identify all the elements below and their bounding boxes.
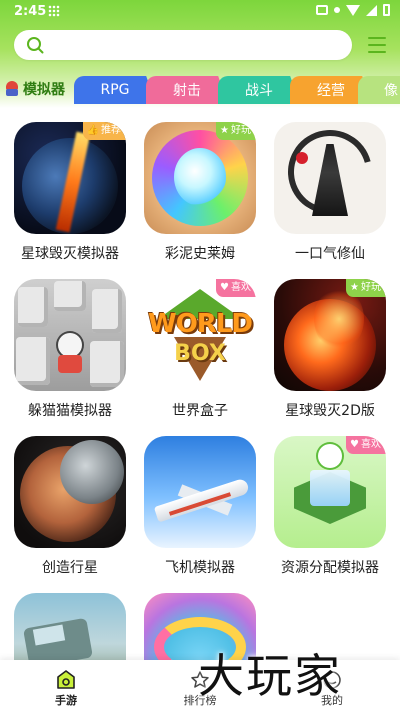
app-name: 星球毁灭模拟器 xyxy=(21,246,119,262)
ink-cultivator-icon[interactable] xyxy=(274,122,386,234)
wifi-icon xyxy=(346,4,360,16)
app-name: 躲猫猫模拟器 xyxy=(28,403,112,419)
like-badge: ♥ 喜欢 xyxy=(216,279,256,297)
slime-swirl-icon[interactable]: ★ 好玩 xyxy=(144,122,256,234)
app-card[interactable]: ♥ 喜欢 资源分配模拟器 xyxy=(274,436,386,584)
tab-more[interactable]: 像 xyxy=(358,76,400,104)
search-icon[interactable] xyxy=(26,36,44,54)
home-icon xyxy=(57,670,75,689)
app-name: 一口气修仙 xyxy=(295,246,365,262)
status-icons xyxy=(316,4,390,16)
tab-simulator[interactable]: 模拟器 xyxy=(0,74,80,104)
app-name: 飞机模拟器 xyxy=(165,560,235,576)
app-card[interactable]: WORLD BOX ♥ 喜欢 世界盒子 xyxy=(144,279,256,427)
fun-badge: ★ 好玩 xyxy=(346,279,386,297)
dot-icon xyxy=(334,7,340,13)
planet-fire-icon[interactable]: ★ 好玩 xyxy=(274,279,386,391)
simulator-icon xyxy=(5,81,19,97)
search-box[interactable] xyxy=(14,30,352,60)
menu-icon[interactable] xyxy=(368,37,386,53)
status-time: 2:45 xyxy=(14,4,47,19)
app-name: 星球毁灭2D版 xyxy=(285,403,375,419)
resource-map-icon[interactable]: ♥ 喜欢 xyxy=(274,436,386,548)
fun-badge: ★ 好玩 xyxy=(216,122,256,140)
tab-battle[interactable]: 战斗 xyxy=(218,76,300,104)
app-name: 资源分配模拟器 xyxy=(281,560,379,576)
search-input[interactable] xyxy=(54,35,339,55)
battery-icon xyxy=(383,4,390,16)
camera-icon xyxy=(316,5,328,15)
nav-label: 手游 xyxy=(55,694,77,707)
category-tabs: 模拟器 RPG 射击 战斗 经营 像 xyxy=(0,74,400,104)
app-name: 创造行星 xyxy=(42,560,98,576)
hide-and-seek-icon[interactable] xyxy=(14,279,126,391)
watermark: 大玩家 xyxy=(198,649,342,703)
app-card[interactable]: 躲猫猫模拟器 xyxy=(14,279,126,427)
app-card[interactable]: 一口气修仙 xyxy=(274,122,386,270)
airplane-icon[interactable] xyxy=(144,436,256,548)
app-name: 彩泥史莱姆 xyxy=(165,246,235,262)
search-row xyxy=(14,30,386,62)
app-card[interactable]: ★ 好玩 彩泥史莱姆 xyxy=(144,122,256,270)
worldbox-icon[interactable]: WORLD BOX ♥ 喜欢 xyxy=(144,279,256,391)
tab-simulator-label: 模拟器 xyxy=(23,82,65,98)
status-bar: 2:45 xyxy=(0,0,400,24)
app-name: 世界盒子 xyxy=(172,403,228,419)
recommend-badge: 👍 推荐 xyxy=(82,122,126,140)
app-card[interactable]: ★ 好玩 星球毁灭2D版 xyxy=(274,279,386,427)
app-card[interactable]: 👍 推荐 星球毁灭模拟器 xyxy=(14,122,126,270)
nav-mobile-games[interactable]: 手游 xyxy=(26,664,106,709)
signal-icon xyxy=(366,4,377,16)
app-card[interactable]: 创造行星 xyxy=(14,436,126,584)
notification-grid-icon xyxy=(48,5,60,17)
app-card[interactable]: 飞机模拟器 xyxy=(144,436,256,584)
tab-shooting[interactable]: 射击 xyxy=(146,76,228,104)
planets-icon[interactable] xyxy=(14,436,126,548)
tab-rpg[interactable]: RPG xyxy=(74,76,156,104)
planet-explosion-icon[interactable]: 👍 推荐 xyxy=(14,122,126,234)
like-badge: ♥ 喜欢 xyxy=(346,436,386,454)
